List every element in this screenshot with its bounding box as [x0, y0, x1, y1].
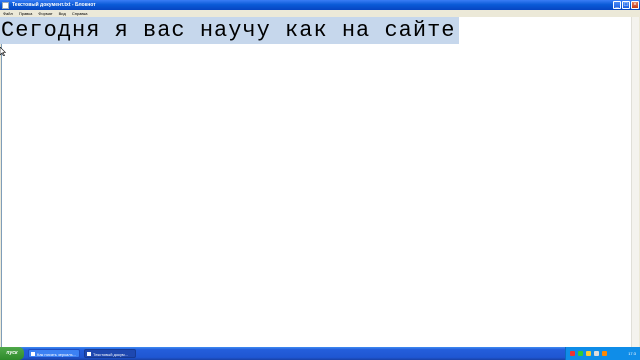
notepad-icon: [2, 1, 9, 9]
menu-file[interactable]: Файл: [0, 11, 16, 16]
taskbar-item-label: Текстовый докум...: [93, 352, 128, 357]
minimize-button[interactable]: _: [613, 1, 621, 9]
maximize-button[interactable]: □: [622, 1, 630, 9]
text-editor[interactable]: [1, 17, 631, 347]
title-bar[interactable]: Текстовый документ.txt - Блокнот _ □ ×: [0, 0, 640, 10]
mouse-cursor-icon: [0, 47, 6, 56]
tray-app-icon[interactable]: [602, 351, 607, 356]
notepad-icon: [87, 352, 91, 356]
menu-edit[interactable]: Правка: [16, 11, 36, 16]
taskbar-item-notepad[interactable]: Текстовый докум...: [84, 349, 136, 358]
browser-icon: [31, 352, 35, 356]
menu-bar: Файл Правка Формат Вид Справка: [0, 10, 640, 17]
network-icon[interactable]: [578, 351, 583, 356]
window-controls: _ □ ×: [613, 1, 639, 9]
antivirus-icon[interactable]: [570, 351, 575, 356]
taskbar-item-label: Как писать зеркаль...: [37, 352, 77, 357]
taskbar-item-browser[interactable]: Как писать зеркаль...: [28, 349, 80, 358]
update-icon[interactable]: [586, 351, 591, 356]
close-button[interactable]: ×: [631, 1, 639, 9]
clock[interactable]: 17:3: [628, 347, 636, 360]
volume-icon[interactable]: [594, 351, 599, 356]
menu-format[interactable]: Формат: [35, 11, 55, 16]
menu-help[interactable]: Справка: [69, 11, 91, 16]
taskbar: пуск Как писать зеркаль... Текстовый док…: [0, 347, 640, 360]
menu-view[interactable]: Вид: [56, 11, 69, 16]
window-title: Текстовый документ.txt - Блокнот: [12, 2, 96, 8]
system-tray: 17:3: [565, 347, 640, 360]
vertical-scrollbar[interactable]: [631, 17, 639, 347]
selected-text[interactable]: Сегодня я вас научу как на сайте: [0, 17, 460, 44]
start-button[interactable]: пуск: [0, 347, 24, 360]
